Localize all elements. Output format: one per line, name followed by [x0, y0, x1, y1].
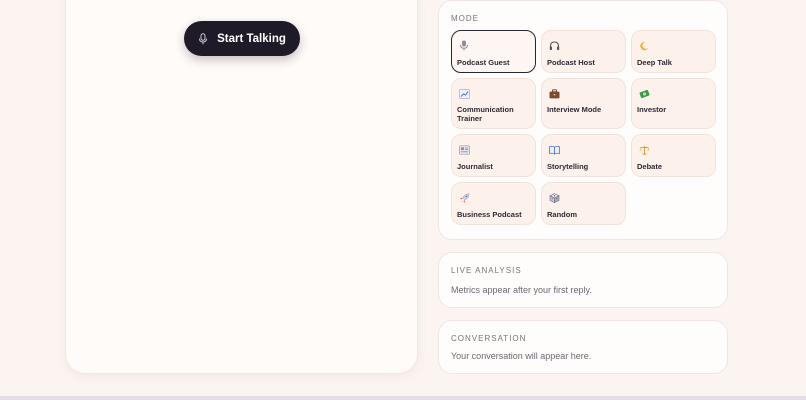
- mode-communication-trainer[interactable]: Communication Trainer: [451, 78, 536, 129]
- headphones-icon: [548, 40, 560, 51]
- mode-deep-talk[interactable]: Deep Talk: [631, 30, 716, 73]
- chart-icon: [458, 88, 470, 99]
- mode-label: Storytelling: [547, 162, 589, 171]
- newspaper-icon: [458, 144, 470, 155]
- moon-icon: [638, 40, 650, 51]
- mode-label: Investor: [637, 105, 667, 114]
- live-analysis-placeholder: Metrics appear after your first reply.: [451, 285, 592, 295]
- mode-random[interactable]: Random: [541, 182, 626, 225]
- mode-label: Debate: [637, 162, 663, 171]
- mode-card: MODE Podcast Guest Podcast Host Deep Tal…: [438, 0, 728, 240]
- mode-label: Communication Trainer: [457, 105, 514, 123]
- mode-label: Interview Mode: [547, 105, 602, 114]
- book-icon: [548, 144, 560, 155]
- mode-label: Business Podcast: [457, 210, 522, 219]
- mode-investor[interactable]: Investor: [631, 78, 716, 129]
- conversation-card: CONVERSATION Your conversation will appe…: [438, 320, 728, 374]
- mode-debate[interactable]: Debate: [631, 134, 716, 177]
- mode-storytelling[interactable]: Storytelling: [541, 134, 626, 177]
- microphone-icon: [199, 32, 208, 44]
- live-analysis-title: LIVE ANALYSIS: [451, 266, 522, 275]
- scales-icon: [638, 144, 650, 155]
- mode-label: Deep Talk: [637, 58, 672, 67]
- bottom-divider: [0, 396, 806, 400]
- mode-label: Random: [547, 210, 577, 219]
- dice-icon: [548, 192, 560, 203]
- mode-title: MODE: [451, 14, 479, 23]
- mode-label: Podcast Guest: [457, 58, 510, 67]
- conversation-title: CONVERSATION: [451, 334, 527, 343]
- mode-podcast-host[interactable]: Podcast Host: [541, 30, 626, 73]
- mode-label: Podcast Host: [547, 58, 595, 67]
- microphone-icon: [458, 40, 470, 51]
- start-talking-button[interactable]: Start Talking: [184, 21, 300, 56]
- money-icon: [638, 88, 650, 99]
- mode-business-podcast[interactable]: Business Podcast: [451, 182, 536, 225]
- briefcase-icon: [548, 88, 560, 99]
- mode-interview-mode[interactable]: Interview Mode: [541, 78, 626, 129]
- mode-grid: Podcast Guest Podcast Host Deep Talk Com…: [451, 30, 716, 225]
- mode-label: Journalist: [457, 162, 493, 171]
- rocket-icon: [458, 192, 470, 203]
- mode-journalist[interactable]: Journalist: [451, 134, 536, 177]
- conversation-placeholder: Your conversation will appear here.: [451, 351, 592, 361]
- start-talking-label: Start Talking: [217, 32, 286, 45]
- voice-panel: Start Talking: [65, 0, 418, 374]
- live-analysis-card: LIVE ANALYSIS Metrics appear after your …: [438, 252, 728, 308]
- mode-podcast-guest[interactable]: Podcast Guest: [451, 30, 536, 73]
